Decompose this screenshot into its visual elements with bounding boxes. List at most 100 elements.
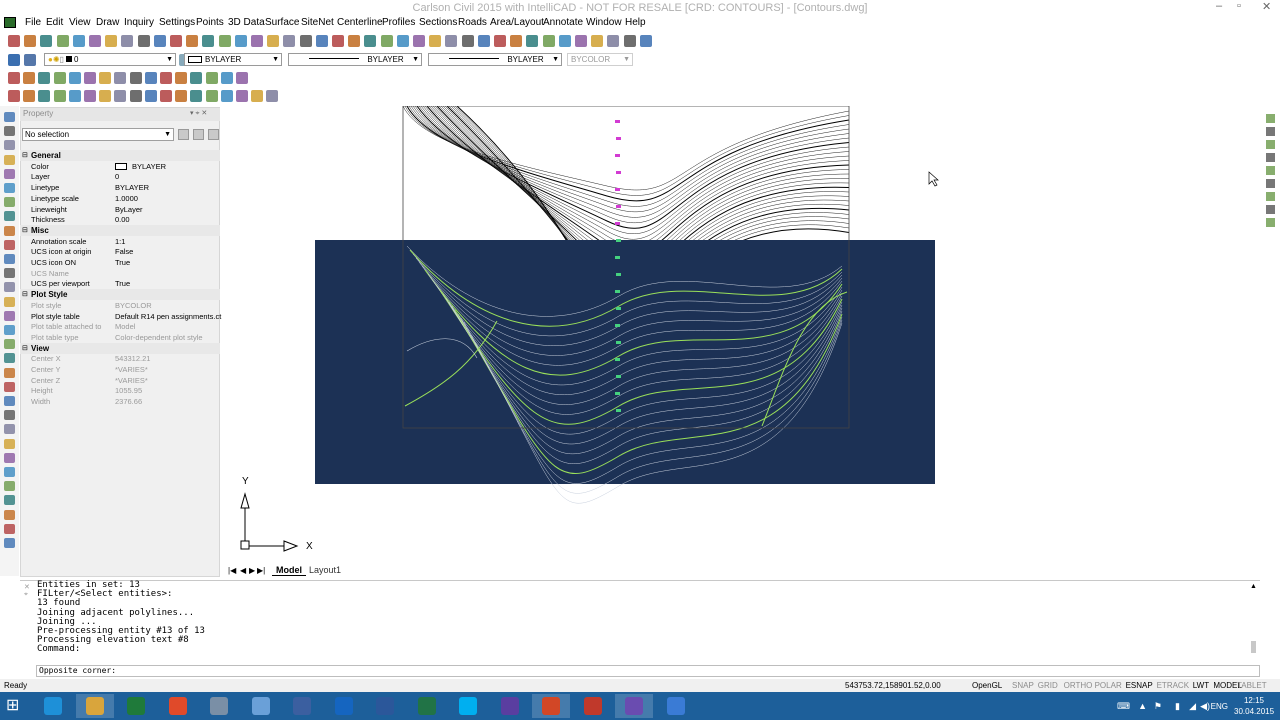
chevron-up-icon[interactable]: ▲: [1138, 701, 1147, 711]
property-category[interactable]: ⊟ General: [20, 150, 220, 161]
right-tool-2-icon[interactable]: [1266, 127, 1275, 136]
draw-tool-18-icon[interactable]: [266, 90, 279, 102]
carlson-tool-7-icon[interactable]: [99, 72, 112, 84]
property-category[interactable]: ⊟ Misc: [20, 224, 220, 236]
standard-tool-33-icon[interactable]: [526, 35, 539, 47]
taskbar-excel-icon[interactable]: [408, 694, 446, 718]
standard-tool-39-icon[interactable]: [623, 35, 636, 47]
left-tool-15-icon[interactable]: [4, 310, 15, 321]
menu-sitenet[interactable]: SiteNet: [301, 17, 334, 28]
menu-view[interactable]: View: [69, 17, 91, 28]
collapse-icon[interactable]: ⊟: [22, 344, 28, 352]
standard-tool-5-icon[interactable]: [72, 35, 85, 47]
right-tool-4-icon[interactable]: [1266, 153, 1275, 162]
standard-tool-13-icon[interactable]: [202, 35, 215, 47]
quick-select-icon[interactable]: [178, 129, 189, 140]
tab-model[interactable]: Model: [272, 565, 306, 576]
left-tool-9-icon[interactable]: [4, 225, 15, 236]
standard-tool-29-icon[interactable]: [461, 35, 474, 47]
carlson-tool-1-icon[interactable]: [8, 72, 20, 84]
draw-tool-11-icon[interactable]: [160, 90, 172, 102]
standard-tool-38-icon[interactable]: [607, 35, 620, 47]
standard-tool-1-icon[interactable]: [8, 35, 20, 47]
property-row[interactable]: Thickness 0.00: [20, 214, 220, 225]
menu-inquiry[interactable]: Inquiry: [124, 17, 154, 28]
minimize-button[interactable]: –: [1216, 0, 1222, 12]
carlson-tool-15-icon[interactable]: [220, 72, 233, 84]
draw-tool-12-icon[interactable]: [175, 90, 188, 102]
carlson-tool-11-icon[interactable]: [160, 72, 172, 84]
property-row[interactable]: UCS icon at origin False: [20, 246, 220, 257]
property-category[interactable]: ⊟ View: [20, 342, 220, 354]
layer-dropdown[interactable]: ●✺▯ 0 ▼: [44, 53, 176, 66]
left-tool-3-icon[interactable]: [4, 140, 15, 151]
layers-icon[interactable]: [8, 54, 20, 66]
menu-roads[interactable]: Roads: [458, 17, 487, 28]
standard-tool-10-icon[interactable]: [153, 35, 166, 47]
left-tool-12-icon[interactable]: [4, 268, 15, 279]
left-tool-27-icon[interactable]: [4, 481, 15, 492]
menu-surface[interactable]: Surface: [265, 17, 299, 28]
standard-tool-37-icon[interactable]: [591, 35, 604, 47]
carlson-tool-14-icon[interactable]: [205, 72, 218, 84]
carlson-tool-2-icon[interactable]: [23, 72, 36, 84]
restore-button[interactable]: ▫: [1237, 0, 1241, 12]
collapse-icon[interactable]: ⊟: [22, 226, 28, 234]
standard-tool-25-icon[interactable]: [396, 35, 409, 47]
carlson-tool-16-icon[interactable]: [236, 72, 248, 84]
property-row[interactable]: Linetype scale 1.0000: [20, 193, 220, 204]
taskbar-explorer-icon[interactable]: [75, 694, 114, 718]
carlson-tool-4-icon[interactable]: [53, 72, 66, 84]
standard-tool-17-icon[interactable]: [267, 35, 280, 47]
menu-3d-data[interactable]: 3D Data: [228, 17, 265, 28]
keyboard-icon[interactable]: ⌨: [1117, 701, 1130, 712]
menu-settings[interactable]: Settings: [159, 17, 195, 28]
draw-tool-7-icon[interactable]: [99, 90, 112, 102]
carlson-tool-5-icon[interactable]: [68, 72, 81, 84]
standard-tool-31-icon[interactable]: [494, 35, 506, 47]
left-tool-20-icon[interactable]: [4, 381, 15, 392]
taskbar-carlson-2-icon[interactable]: [615, 694, 653, 718]
left-tool-26-icon[interactable]: [4, 467, 15, 477]
left-tool-13-icon[interactable]: [4, 282, 15, 293]
standard-tool-9-icon[interactable]: [137, 35, 150, 47]
left-tool-29-icon[interactable]: [4, 509, 15, 520]
taskbar-start-icon[interactable]: ⊞: [0, 694, 38, 718]
menu-annotate[interactable]: Annotate: [543, 17, 583, 28]
battery-icon[interactable]: ▮: [1175, 701, 1180, 712]
standard-tool-8-icon[interactable]: [121, 35, 134, 47]
status-toggle-grid[interactable]: GRID: [1038, 681, 1058, 690]
standard-tool-34-icon[interactable]: [542, 35, 555, 47]
standard-tool-4-icon[interactable]: [56, 35, 69, 47]
taskbar-excel-green-icon[interactable]: [117, 694, 155, 718]
menu-help[interactable]: Help: [625, 17, 646, 28]
menu-centerline[interactable]: Centerline: [337, 17, 383, 28]
tab-layout1[interactable]: Layout1: [306, 565, 344, 575]
right-tool-7-icon[interactable]: [1266, 192, 1275, 201]
draw-tool-15-icon[interactable]: [220, 90, 233, 102]
standard-tool-16-icon[interactable]: [251, 35, 263, 47]
left-tool-28-icon[interactable]: [4, 495, 15, 506]
standard-tool-19-icon[interactable]: [299, 35, 312, 47]
taskbar-autocad-icon[interactable]: [574, 694, 612, 718]
clock-time[interactable]: 12:15: [1234, 696, 1274, 705]
left-tool-25-icon[interactable]: [4, 452, 15, 463]
carlson-tool-10-icon[interactable]: [144, 72, 157, 84]
property-row[interactable]: Layer 0: [20, 171, 220, 182]
tab-nav-next-icon[interactable]: ▶: [249, 566, 255, 575]
menu-draw[interactable]: Draw: [96, 17, 119, 28]
collapse-icon[interactable]: ⊟: [22, 290, 28, 298]
tablet-toggle[interactable]: TABLET: [1237, 681, 1267, 690]
draw-tool-5-icon[interactable]: [68, 90, 81, 102]
menu-edit[interactable]: Edit: [46, 17, 63, 28]
left-tool-23-icon[interactable]: [4, 424, 15, 435]
left-tool-24-icon[interactable]: [4, 438, 15, 449]
app-menu-icon[interactable]: [4, 17, 16, 28]
left-tool-17-icon[interactable]: [4, 339, 15, 350]
scrollbar-thumb[interactable]: [1251, 641, 1256, 653]
taskbar-ie-icon[interactable]: [34, 694, 72, 718]
lineweight-dropdown[interactable]: BYLAYER ▼: [428, 53, 562, 66]
pickadd-icon[interactable]: [208, 129, 219, 140]
linetype-dropdown[interactable]: BYLAYER ▼: [288, 53, 422, 66]
status-toggle-lwt[interactable]: LWT: [1193, 681, 1209, 690]
